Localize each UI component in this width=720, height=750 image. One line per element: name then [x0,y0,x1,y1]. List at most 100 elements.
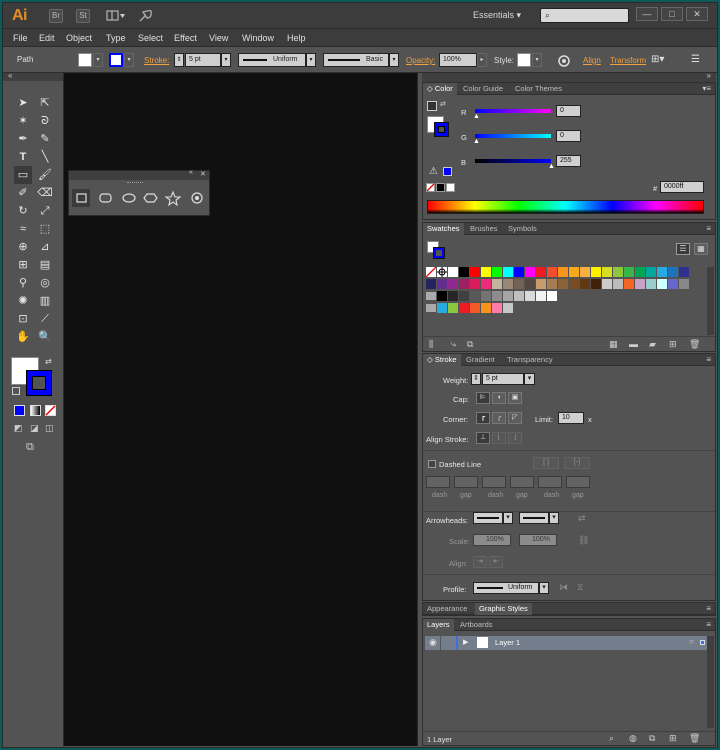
color-swatch[interactable] [437,279,447,289]
color-swatch[interactable] [448,267,458,277]
collapse-toolbar-icon[interactable]: « [8,71,12,80]
color-swatch[interactable] [668,267,678,277]
stroke-profile-select[interactable]: Uniform [473,582,539,594]
default-fill-stroke-icon[interactable] [12,387,20,395]
graphic-style-swatch[interactable] [517,53,531,67]
layers-panel-menu-icon[interactable]: ≡ [706,619,711,631]
symbol-sprayer-tool-icon[interactable]: ✺ [14,292,32,310]
color-swatch[interactable] [536,267,546,277]
color-swatch[interactable] [635,279,645,289]
layers-scrollbar[interactable] [707,636,714,728]
new-layer-icon[interactable]: ⊞ [669,733,677,744]
black-color-button[interactable] [436,183,445,192]
color-swatch[interactable] [547,279,557,289]
arrange-documents-button[interactable] [106,10,126,22]
link-scale-icon[interactable]: ⛓ [578,535,589,546]
r-slider-handle[interactable]: ▲ [473,113,480,120]
b-field[interactable]: 255 [556,155,581,167]
color-swatch[interactable] [525,267,535,277]
swatches-panel-menu-icon[interactable]: ≡ [706,223,711,235]
end-scale-field[interactable]: 100% [519,534,557,546]
color-swatch[interactable] [624,279,634,289]
menu-object[interactable]: Object [66,33,92,43]
color-spectrum-bar[interactable] [427,200,704,214]
appearance-panel-menu-icon[interactable]: ≡ [706,603,711,615]
color-swatch[interactable] [569,267,579,277]
maximize-button[interactable]: □ [661,7,683,21]
r-slider[interactable] [475,109,551,113]
color-swatch[interactable] [437,303,447,313]
graphic-style-dropdown[interactable]: ▾ [532,53,542,67]
default-colors-icon[interactable] [427,101,437,111]
new-color-group-icon[interactable]: ▰ [649,339,656,350]
color-swatch[interactable] [580,267,590,277]
profile-dropdown[interactable]: ▾ [306,53,316,67]
stroke-swatch[interactable] [109,53,123,67]
menu-view[interactable]: View [209,33,228,43]
color-swatch[interactable] [503,267,513,277]
tab-layers[interactable]: Layers [423,619,454,631]
swatch-group-folder[interactable] [426,292,436,300]
start-arrowhead-select[interactable] [473,512,503,524]
color-swatch[interactable] [679,279,689,289]
artboard-tool-icon[interactable]: ⊡ [14,310,32,328]
color-swatch[interactable] [459,267,469,277]
search-input[interactable]: ⌕ [540,8,629,23]
panel-menu-icon[interactable]: ▾≡ [702,83,711,95]
rectangle-tool-icon[interactable]: ▭ [14,166,32,184]
layer-target-icon[interactable]: ○ [689,637,694,646]
tab-color-guide[interactable]: Color Guide [459,83,507,95]
align-center-button[interactable]: ⊥ [476,432,490,444]
align-inside-button[interactable]: ⌊ [492,432,506,444]
dash-gap-field[interactable] [566,476,590,488]
color-swatch[interactable] [591,279,601,289]
color-swatch[interactable] [448,303,458,313]
color-swatch[interactable] [470,291,480,301]
menu-type[interactable]: Type [106,33,126,43]
shaper-tool-icon[interactable]: ✐ [14,184,32,202]
color-swatch[interactable] [547,267,557,277]
dash-gap-field[interactable] [482,476,506,488]
close-flyout-icon[interactable]: ✕ [200,170,206,178]
locate-object-icon[interactable]: ⌕ [609,733,614,744]
swap-arrowheads-icon[interactable]: ⇄ [578,513,586,524]
flip-along-icon[interactable]: ⧒ [559,582,568,593]
color-swatch[interactable] [547,291,557,301]
eraser-tool-icon[interactable]: ⌫ [36,184,54,202]
tab-artboards[interactable]: Artboards [456,619,497,631]
screen-mode-icon[interactable]: ⧉ [26,441,34,454]
lasso-tool-icon[interactable]: ᘐ [36,112,54,130]
swatch-libraries-icon[interactable]: ⫼ [429,339,433,350]
new-swatch-icon[interactable]: ⊞ [669,339,677,350]
color-swatch[interactable] [525,279,535,289]
rotate-tool-icon[interactable]: ↻ [14,202,32,220]
workspace-switcher[interactable]: Essentials ▾ [473,10,521,21]
thumbnail-view-icon[interactable]: ▦ [694,243,708,255]
recolor-artwork-button[interactable] [557,54,571,68]
pen-tool-icon[interactable]: ✒ [14,130,32,148]
magic-wand-tool-icon[interactable]: ✶ [14,112,32,130]
draw-behind-icon[interactable]: ◪ [30,423,39,434]
g-slider-handle[interactable]: ▲ [473,138,480,145]
color-swatch[interactable] [492,279,502,289]
eyedropper-tool-icon[interactable]: ⚲ [14,274,32,292]
layer-row[interactable]: ◉ ▶ Layer 1 ○ [425,636,707,650]
perspective-grid-tool-icon[interactable]: ⊿ [36,238,54,256]
collapse-flyout-icon[interactable]: « [189,169,193,176]
close-button[interactable]: ✕ [686,7,708,21]
arrow-tip-beyond-button[interactable]: ⇥ [473,556,487,568]
color-swatch[interactable] [481,291,491,301]
tab-appearance[interactable]: Appearance [423,603,471,615]
type-tool-icon[interactable]: T [14,148,32,166]
none-color-button[interactable] [426,183,435,192]
color-swatch[interactable] [558,279,568,289]
color-swatch[interactable] [536,279,546,289]
color-swatch[interactable] [492,267,502,277]
color-swatch[interactable] [613,279,623,289]
color-swatch[interactable] [459,279,469,289]
color-swatch[interactable] [448,279,458,289]
tab-brushes[interactable]: Brushes [466,223,502,235]
color-swatch[interactable] [569,279,579,289]
tab-transparency[interactable]: Transparency [503,354,557,366]
selection-indicator[interactable] [700,640,705,645]
